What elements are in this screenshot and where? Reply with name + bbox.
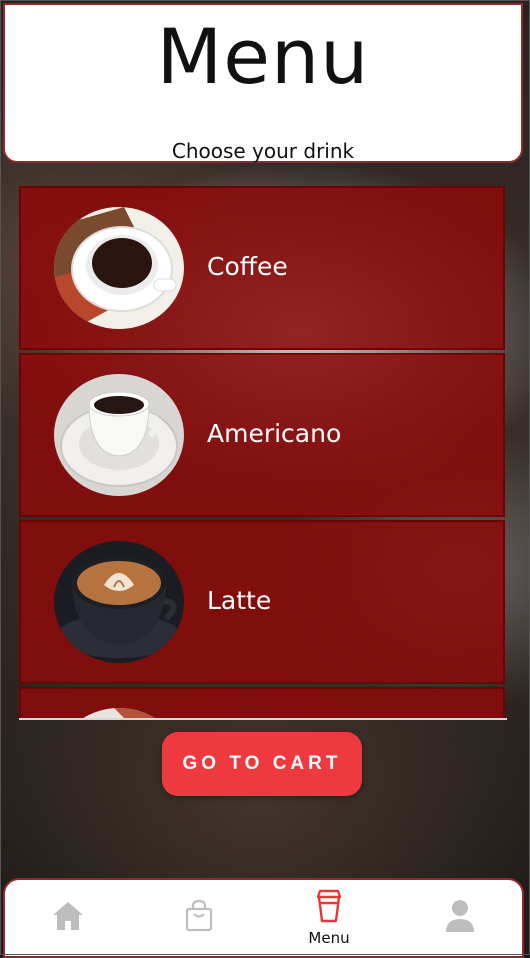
- latte-photo: [54, 541, 184, 663]
- page-subtitle: Choose your drink: [171, 139, 355, 163]
- drink-photo: [54, 708, 184, 718]
- page-title: Menu: [156, 12, 370, 101]
- drink-item-americano[interactable]: Americano: [19, 353, 505, 517]
- nav-menu-label: Menu: [308, 929, 350, 947]
- drink-label: Americano: [207, 419, 342, 448]
- home-icon: [51, 900, 85, 936]
- coffee-photo: [54, 207, 184, 329]
- go-to-cart-button[interactable]: GO TO CART: [162, 732, 362, 796]
- drink-item-latte[interactable]: Latte: [19, 520, 505, 684]
- header: Menu Choose your drink: [3, 3, 523, 163]
- user-icon: [444, 899, 476, 937]
- drink-item-partial[interactable]: [19, 687, 505, 718]
- americano-photo: [54, 374, 184, 496]
- cup-icon: [314, 889, 344, 927]
- drink-label: Coffee: [207, 252, 288, 281]
- drink-label: Latte: [207, 586, 272, 615]
- nav-bag[interactable]: [144, 880, 254, 956]
- bottom-navigation: Menu: [3, 878, 524, 958]
- nav-menu[interactable]: Menu: [274, 880, 384, 956]
- nav-profile[interactable]: [405, 880, 515, 956]
- drink-item-coffee[interactable]: Coffee: [19, 186, 505, 350]
- drink-list[interactable]: Coffee Americano Latte: [19, 186, 507, 720]
- shopping-bag-icon: [185, 899, 213, 936]
- nav-home[interactable]: [13, 880, 123, 956]
